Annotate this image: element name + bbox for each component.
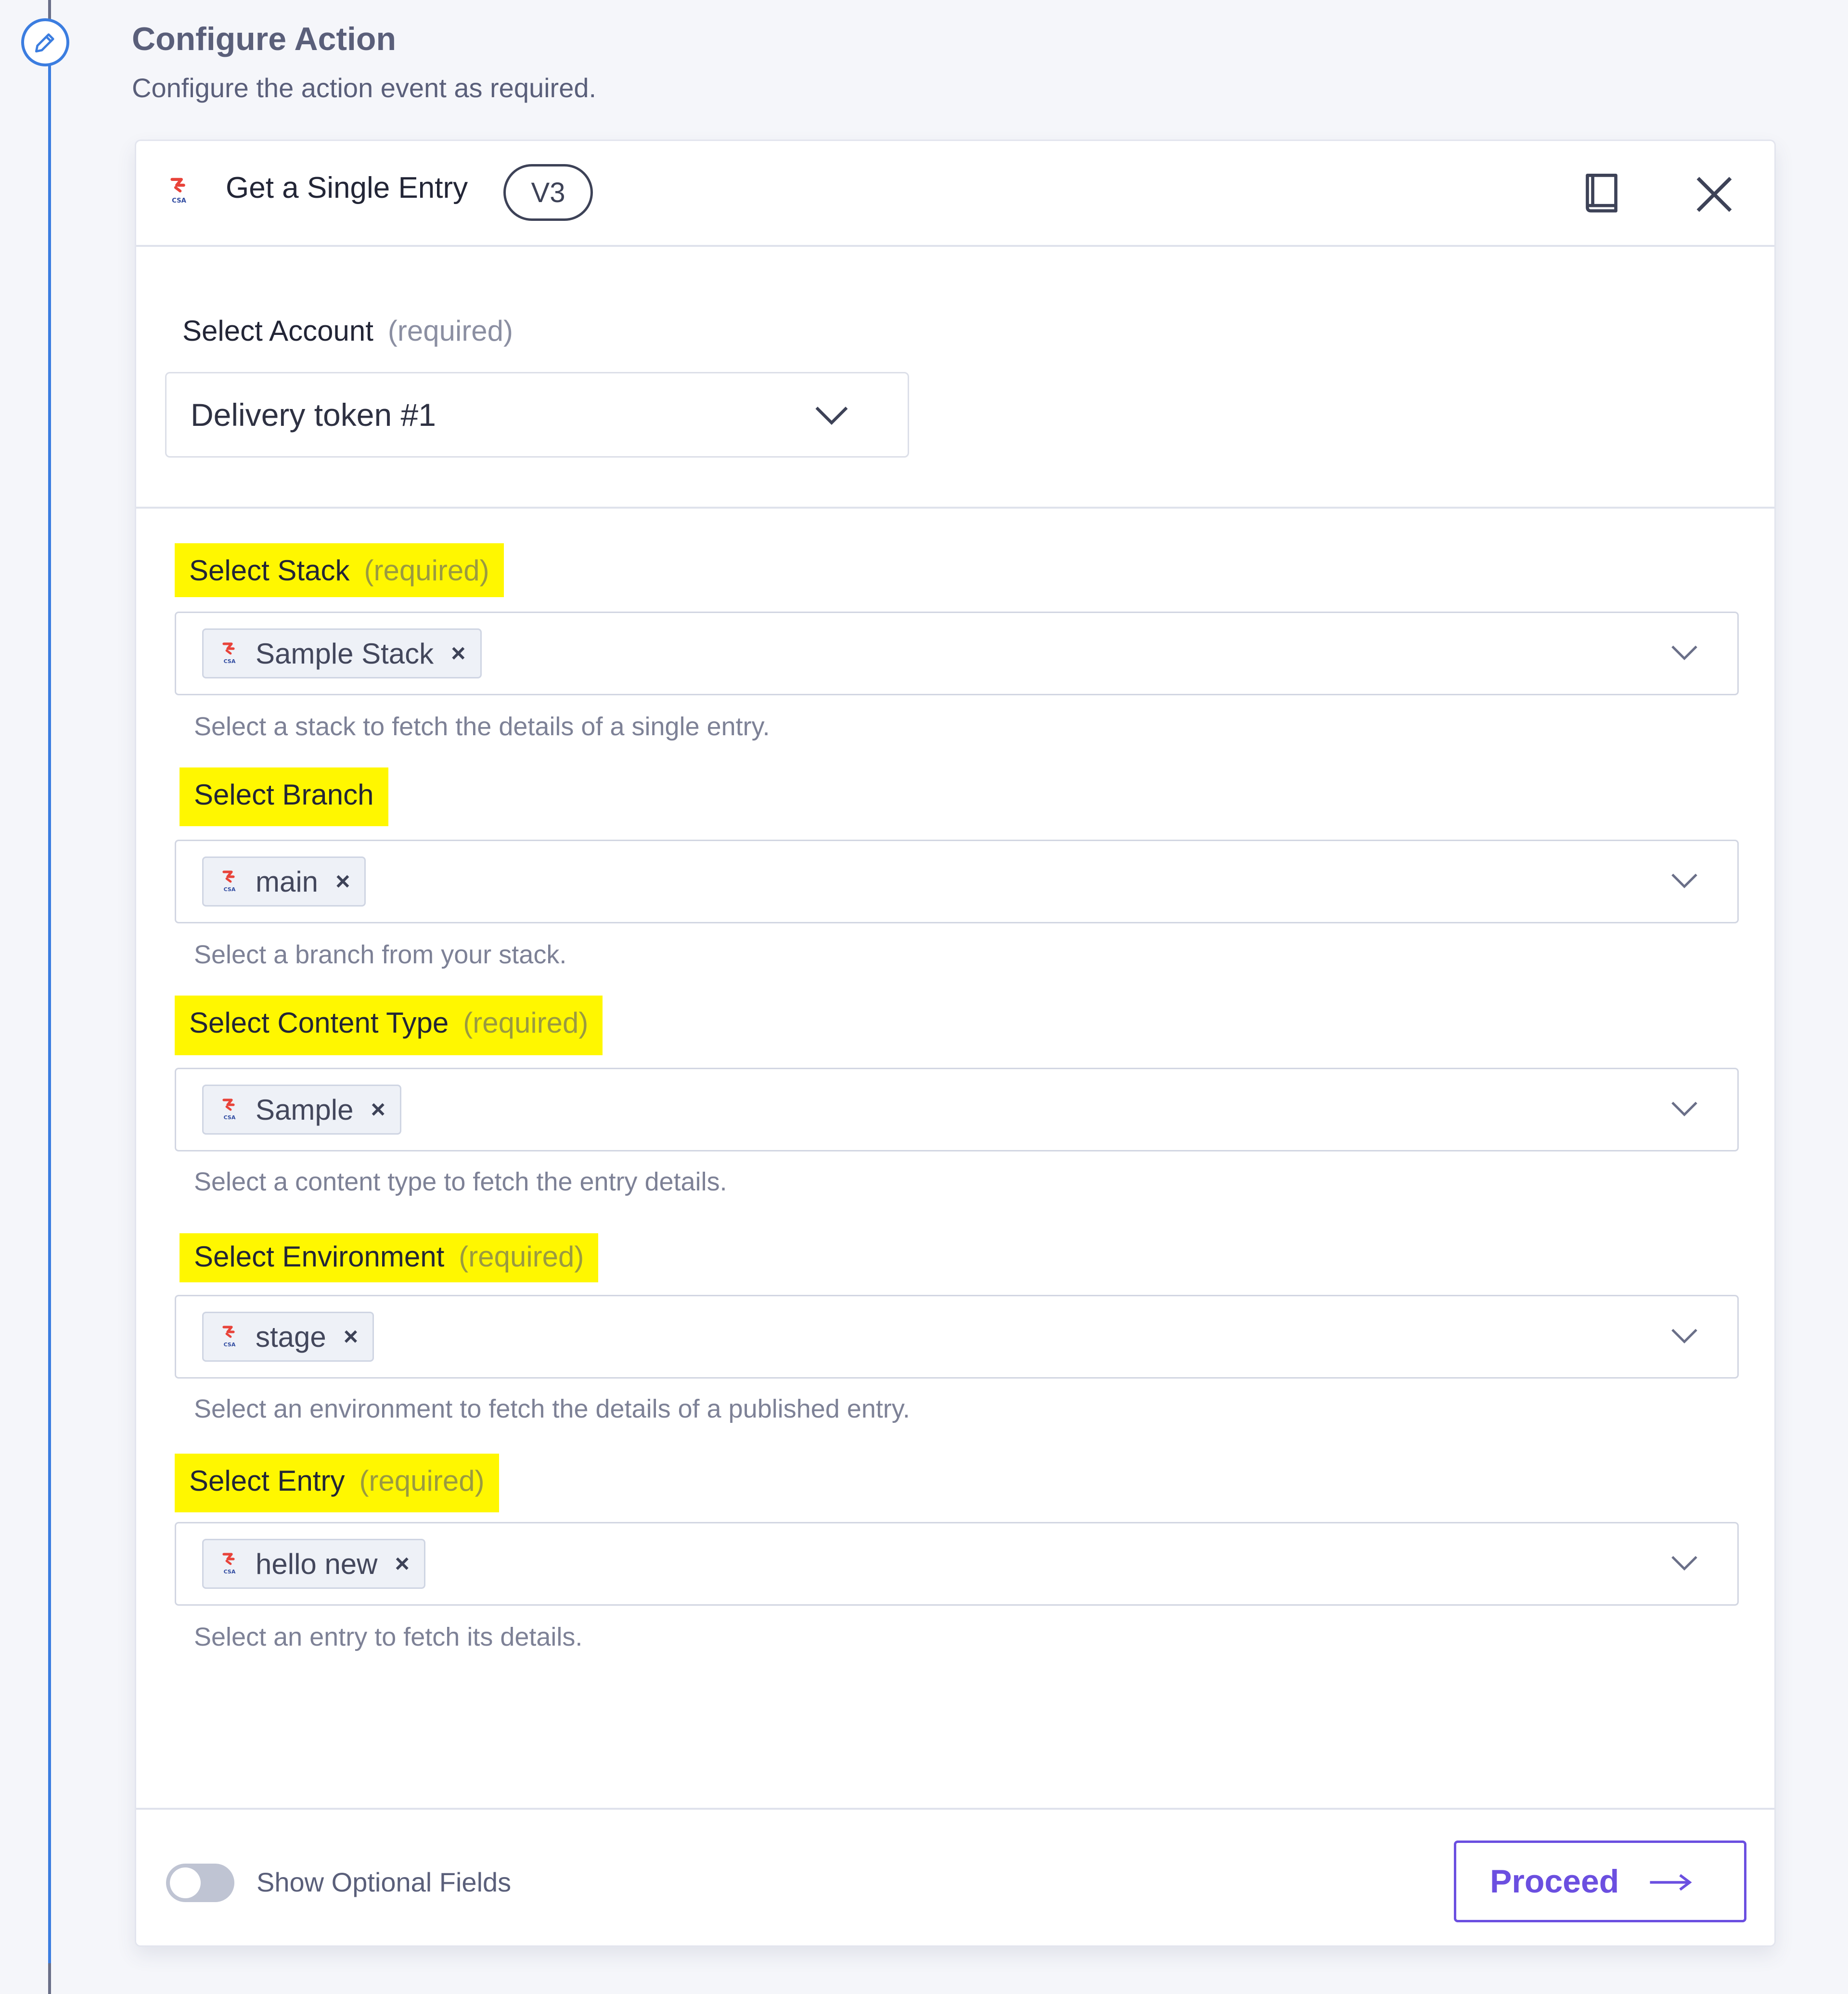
close-icon[interactable] xyxy=(1693,173,1736,216)
account-section: Select Account (required) Delivery token… xyxy=(136,247,1774,509)
entry-label-row: Select Entry (required) xyxy=(175,1454,499,1512)
environment-label: Select Environment xyxy=(194,1240,445,1273)
content-type-chip: CSA Sample × xyxy=(202,1085,401,1135)
remove-chip-icon[interactable]: × xyxy=(335,867,350,896)
svg-text:CSA: CSA xyxy=(224,658,236,665)
branch-helper-text: Select a branch from your stack. xyxy=(194,940,567,969)
card-header: CSA Get a Single Entry V3 xyxy=(136,141,1774,247)
chevron-down-icon[interactable] xyxy=(1670,1326,1699,1345)
timeline-active-segment xyxy=(48,63,51,1963)
pencil-icon xyxy=(35,33,54,52)
entry-label: Select Entry xyxy=(189,1465,345,1497)
required-tag: (required) xyxy=(459,1240,584,1273)
environment-label-row: Select Environment (required) xyxy=(180,1233,599,1282)
account-select-value: Delivery token #1 xyxy=(191,397,436,433)
contentstack-logo-icon: CSA xyxy=(222,1326,236,1348)
entry-chip: CSA hello new × xyxy=(202,1539,425,1589)
account-label: Select Account xyxy=(182,315,373,347)
optional-fields-label: Show Optional Fields xyxy=(257,1867,512,1897)
branch-label: Select Branch xyxy=(194,779,374,811)
action-card: CSA Get a Single Entry V3 Select Account… xyxy=(135,140,1776,1947)
version-badge[interactable]: V3 xyxy=(503,164,593,221)
required-tag: (required) xyxy=(359,1465,485,1497)
timeline-line xyxy=(48,0,51,1994)
remove-chip-icon[interactable]: × xyxy=(344,1322,358,1351)
book-icon[interactable] xyxy=(1580,172,1623,218)
contentstack-logo-icon: CSA xyxy=(170,178,187,205)
account-label-row: Select Account (required) xyxy=(182,314,513,347)
contentstack-logo-icon: CSA xyxy=(222,1553,236,1575)
chevron-down-icon[interactable] xyxy=(1670,871,1699,890)
toggle-knob xyxy=(170,1867,201,1898)
contentstack-logo-icon: CSA xyxy=(222,1099,236,1121)
stack-label-row: Select Stack (required) xyxy=(175,543,504,597)
content-type-helper-text: Select a content type to fetch the entry… xyxy=(194,1167,727,1196)
contentstack-logo-icon: CSA xyxy=(222,642,236,665)
content-type-label: Select Content Type xyxy=(189,1007,449,1039)
svg-text:CSA: CSA xyxy=(172,197,187,205)
content-type-chip-label: Sample xyxy=(256,1093,354,1126)
branch-chip-label: main xyxy=(256,865,319,898)
step-indicator xyxy=(21,18,69,66)
stack-select[interactable]: CSA Sample Stack × xyxy=(175,612,1739,695)
remove-chip-icon[interactable]: × xyxy=(451,639,465,668)
step-title: Configure Action xyxy=(132,21,396,57)
svg-text:CSA: CSA xyxy=(224,886,236,893)
entry-select[interactable]: CSA hello new × xyxy=(175,1522,1739,1606)
svg-text:CSA: CSA xyxy=(224,1569,236,1575)
remove-chip-icon[interactable]: × xyxy=(395,1549,410,1578)
required-tag: (required) xyxy=(463,1007,589,1039)
contentstack-logo-icon: CSA xyxy=(222,870,236,893)
branch-label-row: Select Branch xyxy=(180,767,388,826)
chevron-down-icon[interactable] xyxy=(1670,643,1699,662)
arrow-right-icon xyxy=(1650,1874,1692,1891)
step-subtitle: Configure the action event as required. xyxy=(132,73,597,103)
stack-label: Select Stack xyxy=(189,554,350,587)
required-tag: (required) xyxy=(387,315,513,347)
entry-helper-text: Select an entry to fetch its details. xyxy=(194,1623,583,1651)
remove-chip-icon[interactable]: × xyxy=(371,1095,385,1124)
card-footer: Show Optional Fields Proceed xyxy=(136,1808,1774,1945)
entry-chip-label: hello new xyxy=(256,1547,378,1580)
account-select[interactable]: Delivery token #1 xyxy=(165,372,909,458)
proceed-button[interactable]: Proceed xyxy=(1454,1841,1746,1922)
environment-chip-label: stage xyxy=(256,1320,326,1353)
environment-select[interactable]: CSA stage × xyxy=(175,1295,1739,1379)
branch-chip: CSA main × xyxy=(202,856,366,907)
action-title: Get a Single Entry xyxy=(226,171,468,205)
proceed-label: Proceed xyxy=(1490,1863,1619,1900)
stack-chip-label: Sample Stack xyxy=(256,637,434,670)
stack-helper-text: Select a stack to fetch the details of a… xyxy=(194,712,770,741)
chevron-down-icon[interactable] xyxy=(1670,1553,1699,1572)
branch-select[interactable]: CSA main × xyxy=(175,840,1739,923)
environment-chip: CSA stage × xyxy=(202,1312,374,1362)
chevron-down-icon[interactable] xyxy=(1670,1099,1699,1118)
optional-fields-toggle[interactable] xyxy=(166,1864,234,1902)
environment-helper-text: Select an environment to fetch the detai… xyxy=(194,1394,910,1423)
stack-chip: CSA Sample Stack × xyxy=(202,628,482,678)
content-type-label-row: Select Content Type (required) xyxy=(175,996,603,1055)
required-tag: (required) xyxy=(364,554,489,587)
svg-text:CSA: CSA xyxy=(224,1342,236,1348)
content-type-select[interactable]: CSA Sample × xyxy=(175,1068,1739,1151)
chevron-down-icon xyxy=(815,407,848,425)
svg-text:CSA: CSA xyxy=(224,1114,236,1121)
